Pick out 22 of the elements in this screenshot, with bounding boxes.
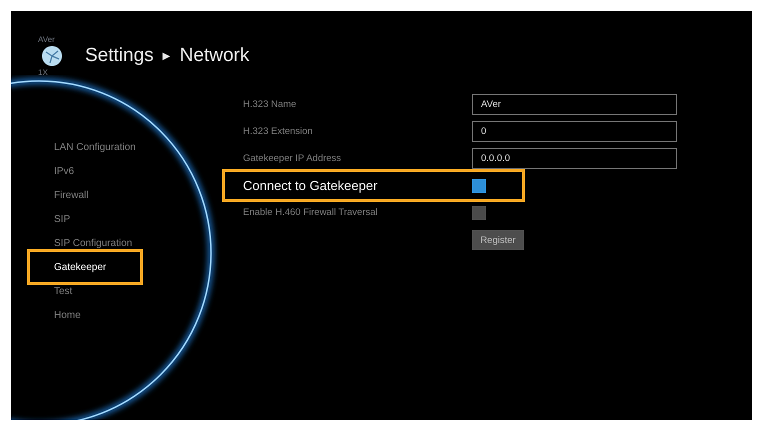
field-label: H.323 Extension bbox=[243, 126, 314, 137]
field-label: Connect to Gatekeeper bbox=[243, 178, 378, 193]
field-label: Gatekeeper IP Address bbox=[243, 153, 342, 164]
sidebar-item[interactable]: SIP bbox=[44, 207, 80, 231]
field-label: Enable H.460 Firewall Traversal bbox=[243, 207, 379, 218]
breadcrumb-current: Network bbox=[180, 45, 250, 67]
text-input[interactable]: AVer bbox=[472, 94, 677, 115]
logo-text: AVer bbox=[38, 35, 55, 44]
checkbox[interactable] bbox=[472, 178, 486, 192]
register-button[interactable]: Register bbox=[472, 230, 524, 250]
sidebar-item[interactable]: Firewall bbox=[44, 183, 98, 207]
text-input[interactable]: 0.0.0.0 bbox=[472, 148, 677, 169]
breadcrumb-separator: ▶ bbox=[162, 50, 171, 62]
logo-text: 1X bbox=[38, 68, 48, 77]
text-input[interactable]: 0 bbox=[472, 121, 677, 142]
sidebar-item[interactable]: LAN Configuration bbox=[44, 135, 146, 159]
checkbox[interactable] bbox=[472, 206, 486, 220]
sidebar-item[interactable]: Home bbox=[44, 303, 91, 327]
sidebar-item[interactable]: IPv6 bbox=[44, 159, 84, 183]
sidebar-item[interactable]: Gatekeeper bbox=[27, 249, 143, 285]
breadcrumb-parent: Settings bbox=[85, 45, 154, 67]
field-label: H.323 Name bbox=[243, 99, 298, 110]
